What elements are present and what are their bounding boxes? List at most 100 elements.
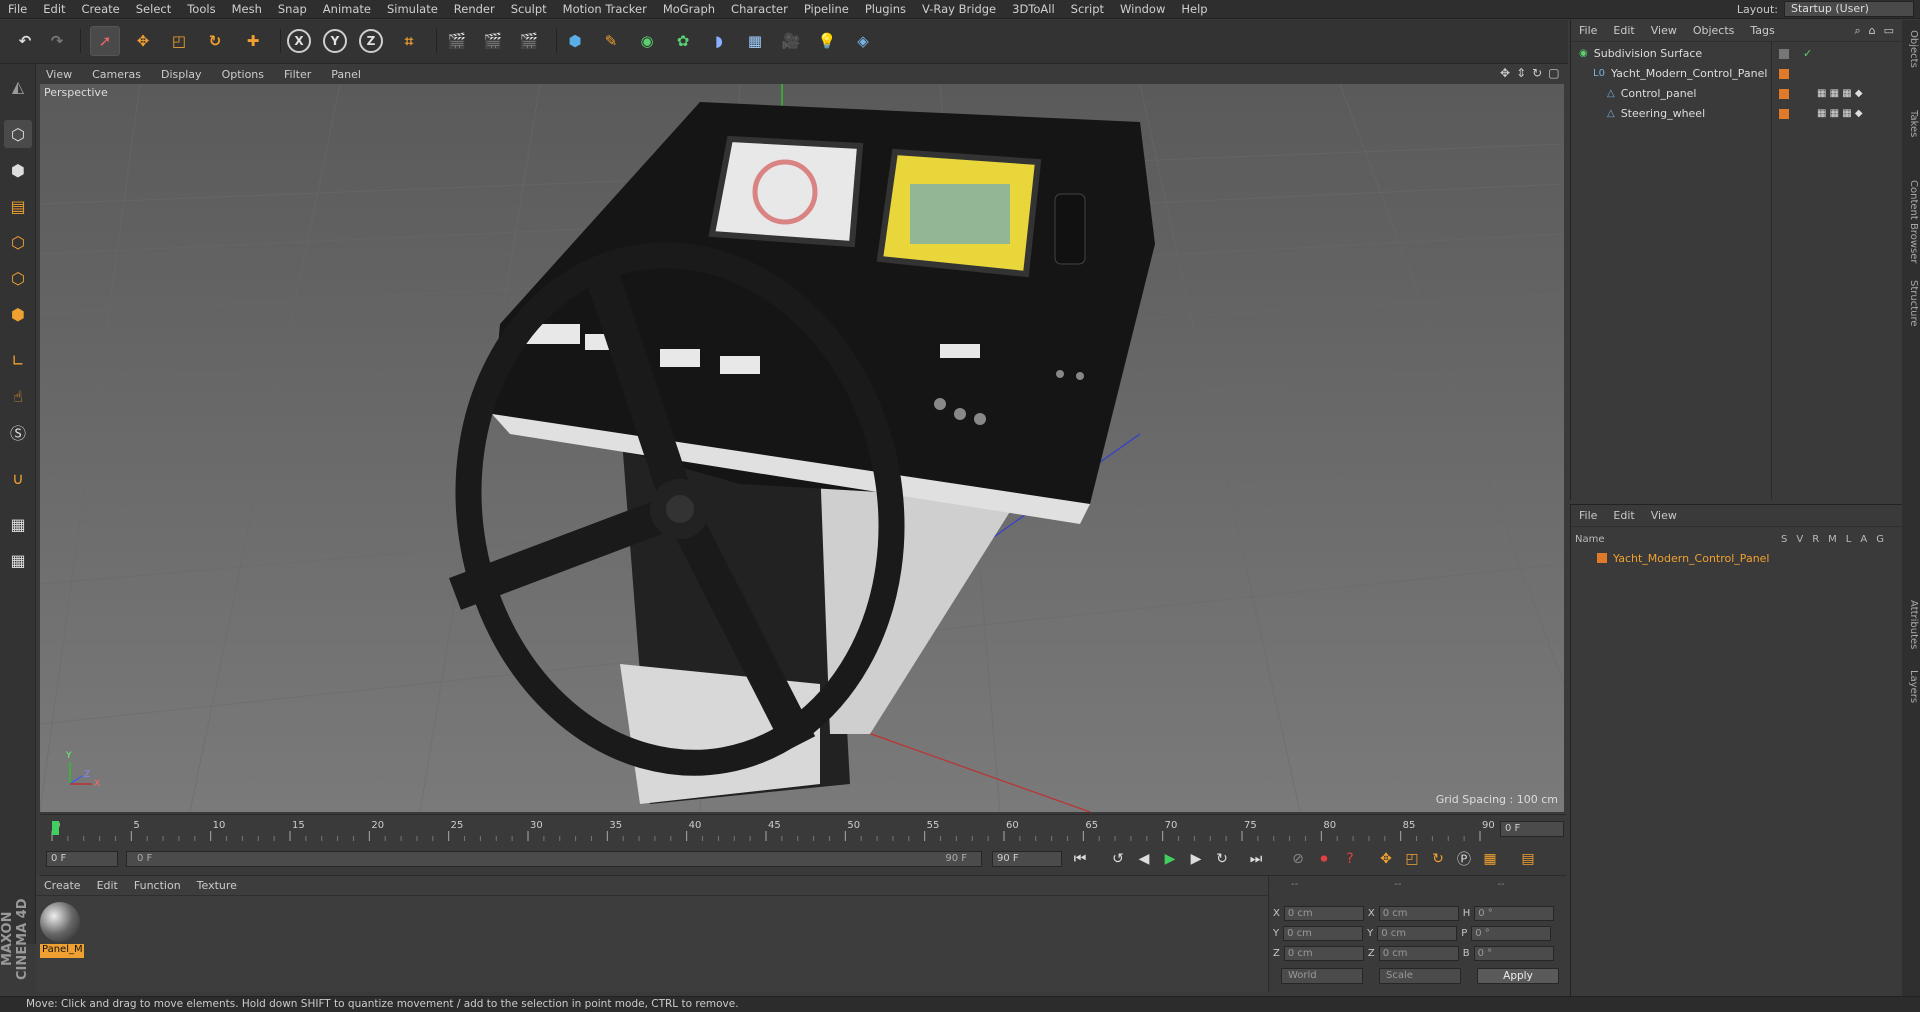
viewport-menu-view[interactable]: View [36, 68, 82, 81]
redo-icon[interactable]: ↷ [42, 26, 72, 56]
object-name[interactable]: Control_panel [1621, 87, 1697, 100]
side-tab-objects[interactable]: Objects [1903, 30, 1919, 68]
home-icon[interactable]: ⌂ [1869, 24, 1876, 38]
recent-tool-icon[interactable]: ✚ [238, 26, 268, 56]
object-row[interactable]: L0 Yacht_Modern_Control_Panel [1571, 64, 1903, 83]
search-icon[interactable]: ⌕ [1854, 24, 1860, 38]
menu-item-snap[interactable]: Snap [270, 2, 315, 16]
subdivision-surface-icon[interactable]: ◉ [632, 26, 662, 56]
menu-item-plugins[interactable]: Plugins [857, 2, 914, 16]
side-tab-content-browser[interactable]: Content Browser [1903, 180, 1919, 263]
coord-mode-dropdown[interactable]: Scale [1379, 968, 1461, 984]
rotate-tool-icon[interactable]: ↻ [200, 26, 230, 56]
range-slider[interactable]: 0 F 90 F [126, 851, 982, 867]
material-menu-texture[interactable]: Texture [189, 879, 245, 892]
viewport-menu-filter[interactable]: Filter [274, 68, 321, 81]
object-menu-edit[interactable]: Edit [1605, 24, 1642, 37]
viewport-menu-options[interactable]: Options [212, 68, 274, 81]
new-window-icon[interactable]: ▭ [1884, 24, 1894, 38]
play-icon[interactable]: ▶ [1158, 847, 1182, 871]
polygons-mode-icon[interactable]: ⬢ [4, 300, 32, 328]
menu-item-v-ray-bridge[interactable]: V-Ray Bridge [914, 2, 1004, 16]
menu-item-sculpt[interactable]: Sculpt [503, 2, 555, 16]
current-frame-field[interactable]: 0 F [1500, 821, 1564, 837]
prev-key-icon[interactable]: ↺ [1106, 847, 1130, 871]
menu-item-animate[interactable]: Animate [315, 2, 379, 16]
menu-item-select[interactable]: Select [128, 2, 179, 16]
material-thumbnail[interactable] [40, 902, 80, 942]
key-rotation-icon[interactable]: ↻ [1426, 847, 1450, 871]
axis-mode-icon[interactable]: ∟ [4, 346, 32, 374]
light-icon[interactable]: 💡 [812, 26, 842, 56]
side-tab-structure[interactable]: Structure [1903, 280, 1919, 327]
layer-tag-icon[interactable] [1779, 88, 1789, 99]
y-axis-lock-icon[interactable]: Y [320, 26, 350, 56]
pos-y-field[interactable]: 0 cm [1283, 926, 1364, 941]
menu-item-simulate[interactable]: Simulate [379, 2, 446, 16]
texture-mode-icon[interactable]: ⬢ [4, 156, 32, 184]
python-icon[interactable]: ◈ [848, 26, 878, 56]
snap-icon[interactable]: ∪ [4, 464, 32, 492]
model-mode-icon[interactable]: ⬡ [4, 120, 32, 148]
side-tab-attributes[interactable]: Attributes [1903, 600, 1919, 649]
menu-item-tools[interactable]: Tools [179, 2, 223, 16]
size-y-field[interactable]: 0 cm [1377, 926, 1458, 941]
material-menu-create[interactable]: Create [36, 879, 89, 892]
layer-menu-edit[interactable]: Edit [1605, 509, 1642, 522]
key-parameter-icon[interactable]: Ⓟ [1452, 847, 1476, 871]
menu-item-render[interactable]: Render [446, 2, 503, 16]
viewport-menu-cameras[interactable]: Cameras [82, 68, 151, 81]
pos-z-field[interactable]: 0 cm [1283, 946, 1364, 961]
maximize-icon[interactable]: ▢ [1548, 66, 1559, 80]
live-selection-icon[interactable]: ➚ [90, 26, 120, 56]
object-name[interactable]: Subdivision Surface [1594, 47, 1702, 60]
x-axis-lock-icon[interactable]: X [284, 26, 314, 56]
z-axis-lock-icon[interactable]: Z [356, 26, 386, 56]
next-key-icon[interactable]: ↻ [1210, 847, 1234, 871]
menu-item-edit[interactable]: Edit [35, 2, 73, 16]
material-tag-icons[interactable]: ▦ ▦ ▦ ◆ [1817, 108, 1863, 119]
object-row[interactable]: ◉ Subdivision Surface ✓ [1571, 44, 1903, 63]
layer-color-swatch[interactable] [1597, 553, 1607, 563]
layer-tag-icon[interactable] [1779, 108, 1789, 119]
start-frame-field[interactable]: 0 F [46, 851, 118, 867]
cube-object-icon[interactable]: ⬢ [560, 26, 590, 56]
material-tag-icons[interactable]: ▦ ▦ ▦ ◆ [1817, 88, 1863, 99]
object-row[interactable]: △ Control_panel ▦ ▦ ▦ ◆ [1571, 84, 1903, 103]
object-menu-tags[interactable]: Tags [1742, 24, 1782, 37]
key-position-icon[interactable]: ✥ [1374, 847, 1398, 871]
render-settings-icon[interactable]: 🎬 [514, 26, 544, 56]
rot-p-field[interactable]: 0 ° [1471, 926, 1552, 941]
orbit-icon[interactable]: ↻ [1532, 66, 1542, 80]
menu-item-character[interactable]: Character [723, 2, 796, 16]
menu-item-help[interactable]: Help [1173, 2, 1215, 16]
autokey-icon[interactable]: ⏺ [1312, 847, 1336, 871]
object-row[interactable]: △ Steering_wheel ▦ ▦ ▦ ◆ [1571, 104, 1903, 123]
prev-frame-icon[interactable]: ◀ [1132, 847, 1156, 871]
material-menu-function[interactable]: Function [126, 879, 189, 892]
workplane-lock-icon[interactable]: ▦ [4, 510, 32, 538]
menu-item-mograph[interactable]: MoGraph [655, 2, 723, 16]
menu-item-create[interactable]: Create [74, 2, 128, 16]
solo-mode-icon[interactable]: Ⓢ [4, 418, 32, 446]
timeline-ruler[interactable]: 051015202530354045505560657075808590 0 F [40, 814, 1566, 842]
deformer-icon[interactable]: ◗ [704, 26, 734, 56]
points-mode-icon[interactable]: ⬡ [4, 228, 32, 256]
menu-item-file[interactable]: File [0, 2, 35, 16]
object-name[interactable]: Steering_wheel [1621, 107, 1705, 120]
camera-icon[interactable]: 🎥 [776, 26, 806, 56]
menu-item-window[interactable]: Window [1112, 2, 1173, 16]
menu-item-mesh[interactable]: Mesh [224, 2, 270, 16]
material-menu-edit[interactable]: Edit [89, 879, 126, 892]
tweak-mode-icon[interactable]: ☝ [4, 382, 32, 410]
key-scale-icon[interactable]: ◰ [1400, 847, 1424, 871]
layer-tag-icon[interactable] [1779, 68, 1789, 79]
key-pla-icon[interactable]: ▦ [1478, 847, 1502, 871]
size-x-field[interactable]: 0 cm [1378, 906, 1459, 921]
timeline-window-icon[interactable]: ▤ [1516, 847, 1540, 871]
record-keys-icon[interactable]: ⊘ [1286, 847, 1310, 871]
object-menu-objects[interactable]: Objects [1685, 24, 1743, 37]
playhead[interactable] [52, 821, 59, 835]
viewport-menu-display[interactable]: Display [151, 68, 212, 81]
layer-row[interactable]: Yacht_Modern_Control_Panel [1571, 549, 1903, 567]
